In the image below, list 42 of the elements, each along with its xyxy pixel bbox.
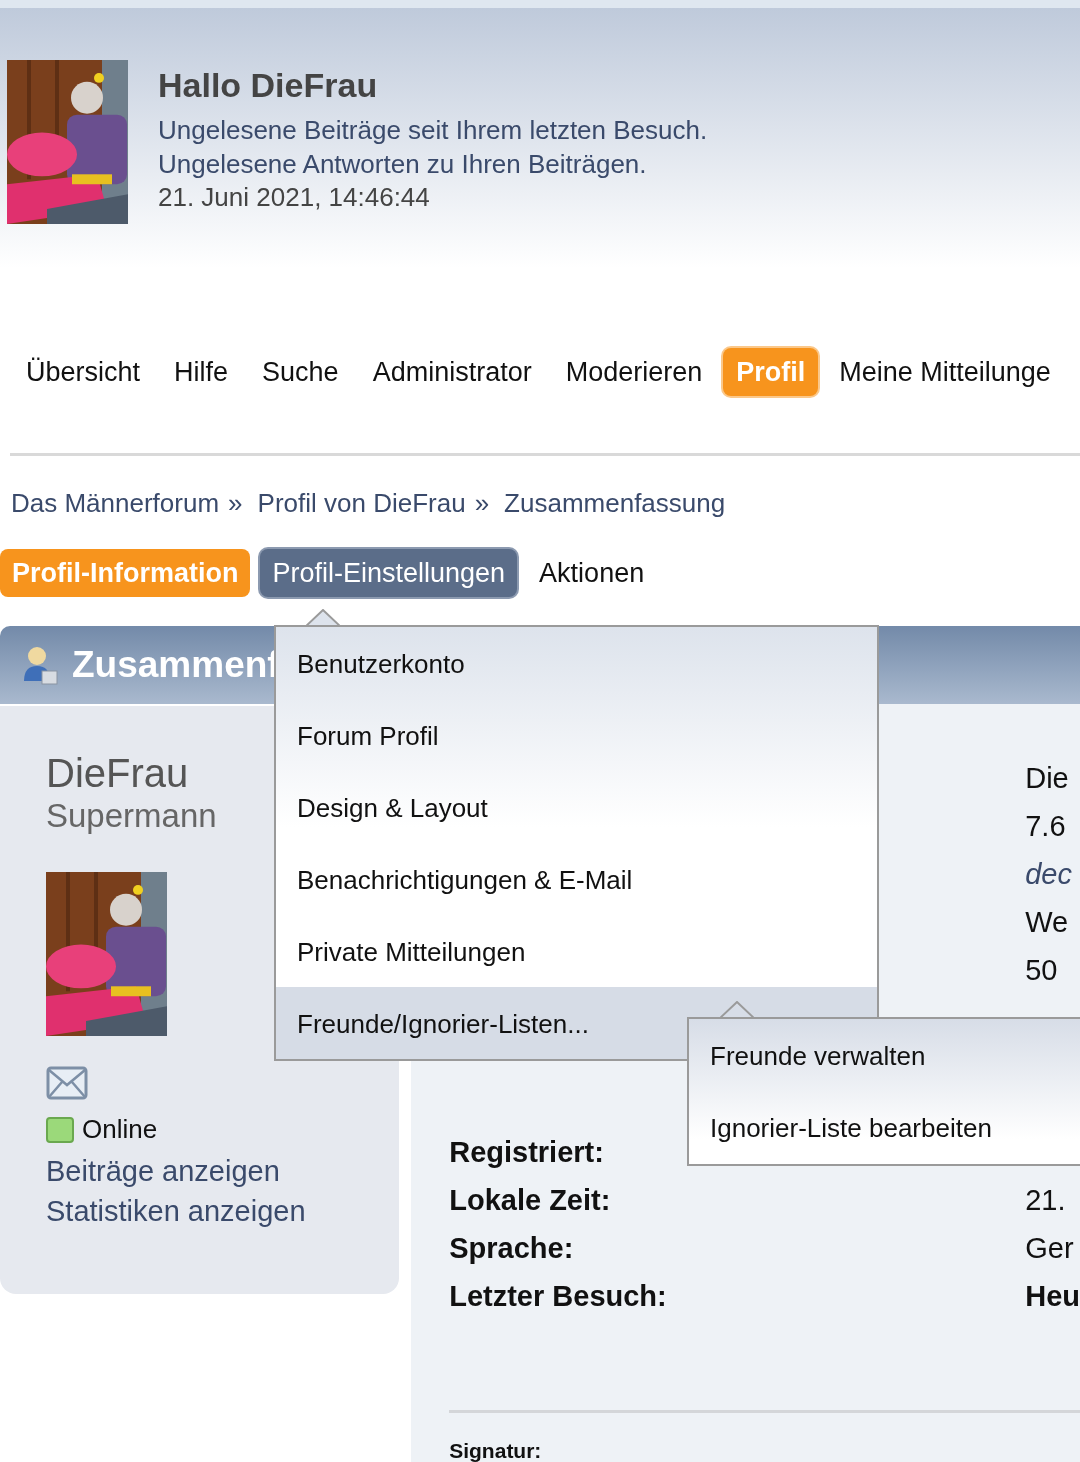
breadcrumb-link[interactable]: Das Männerforum xyxy=(11,488,220,519)
nav-item[interactable]: Administrator xyxy=(359,348,545,396)
breadcrumb-separator: » xyxy=(474,488,490,519)
tab[interactable]: Profil-Einstellungen xyxy=(260,549,518,597)
detail-label: Letzter Besuch: xyxy=(449,1279,667,1314)
profile-link[interactable]: Beiträge anzeigen xyxy=(46,1151,280,1191)
mail-icon[interactable] xyxy=(46,1066,88,1100)
detail-value: Heu xyxy=(1025,1279,1080,1314)
detail-value: 21. xyxy=(1025,1183,1066,1218)
breadcrumb-separator: » xyxy=(228,488,243,519)
greeting: Hallo DieFrau xyxy=(158,66,379,105)
status-text: Online xyxy=(82,1114,158,1145)
unread-link[interactable]: Ungelesene Antworten zu Ihren Beiträgen. xyxy=(158,147,708,181)
date-time: 21. Juni 2021, 14:46:44 xyxy=(158,181,431,213)
menu-item[interactable]: Private Mitteilungen xyxy=(276,915,877,987)
breadcrumb-link[interactable]: Profil von DieFrau xyxy=(257,488,466,519)
username: DieFrau xyxy=(46,750,189,796)
detail-label: Lokale Zeit: xyxy=(449,1183,611,1218)
detail-label: Registriert: xyxy=(449,1135,604,1170)
nav-item[interactable]: Moderieren xyxy=(552,348,716,396)
detail-value: We xyxy=(1025,905,1069,940)
user-icon xyxy=(22,645,58,685)
menu-item[interactable]: Ignorier-Liste bearbeiten xyxy=(689,1091,1080,1163)
detail-label: Sprache: xyxy=(449,1231,574,1266)
signature-label: Signatur: xyxy=(449,1439,543,1462)
menu-item[interactable]: Design & Layout xyxy=(276,771,877,843)
detail-link[interactable]: dec xyxy=(1025,850,1072,898)
detail-value: 50 xyxy=(1025,953,1058,988)
profile-link[interactable]: Statistiken anzeigen xyxy=(46,1191,306,1231)
nav-item[interactable]: Übersicht xyxy=(13,348,154,396)
menu-item[interactable]: Forum Profil xyxy=(276,699,877,771)
breadcrumb-link[interactable]: Zusammenfassung xyxy=(504,488,726,519)
menu-item[interactable]: Benachrichtigungen & E-Mail xyxy=(276,843,877,915)
nav-item[interactable]: Hilfe xyxy=(161,348,242,396)
detail-value: Ger xyxy=(1025,1231,1074,1266)
detail-value: Die xyxy=(1025,761,1069,796)
tab[interactable]: Aktionen xyxy=(527,549,657,597)
unread-link[interactable]: Ungelesene Beiträge seit Ihrem letzten Besuch. xyxy=(158,113,708,147)
user-title: Supermann xyxy=(46,796,217,836)
detail-value: 7.6 xyxy=(1025,809,1066,844)
nav-item[interactable]: Meine Mitteilunge xyxy=(826,348,1064,396)
nav-item[interactable]: Suche xyxy=(249,348,352,396)
